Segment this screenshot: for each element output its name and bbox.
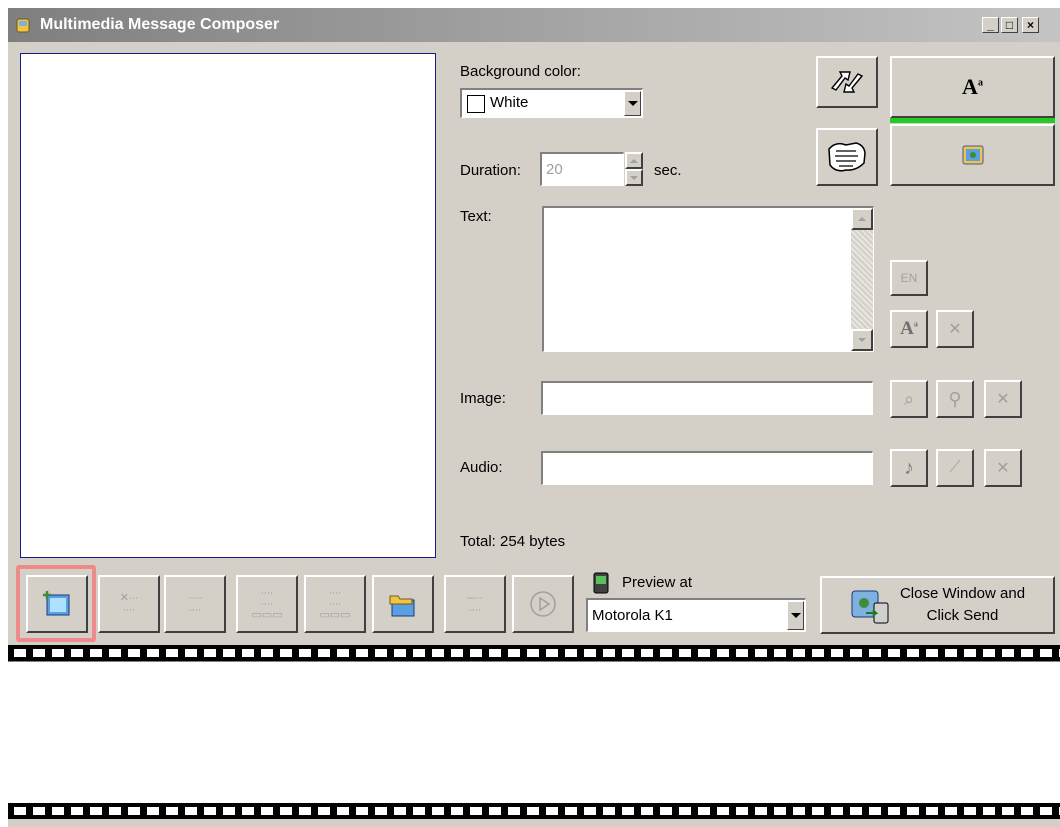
composer-window: Multimedia Message Composer _ □ × Backgr… [8,8,1060,827]
scroll-up-icon[interactable] [851,208,873,230]
duration-unit: sec. [654,162,682,179]
play-button[interactable] [512,575,574,633]
background-color-value: White [490,94,529,111]
music-note-icon: ♪ [904,456,914,479]
audio-label: Audio: [460,459,503,476]
duration-spinner[interactable] [625,152,643,186]
edit-audio-button[interactable]: ⟋ [936,449,974,487]
browse-image-icon: ⌕ [903,388,915,409]
text-style-icon: Aa [962,74,983,99]
send-label-line1: Close Window and [899,585,1026,602]
spinner-down-icon[interactable] [625,169,643,186]
handshake-icon [828,142,866,172]
new-slide-icon [43,591,70,616]
filmstrip-bottom [8,803,1060,819]
text-style-tab[interactable]: Aa [890,56,1055,118]
image-style-tab[interactable] [890,124,1055,186]
new-slide-button[interactable] [26,575,88,633]
phone-preview-icon [593,572,609,594]
move-right-icon: ∙∙∙∙ ∙∙∙∙ ▭▭▭ [319,586,351,621]
font-icon: Aa [900,318,918,339]
spinner-up-icon[interactable] [625,152,643,169]
text-scrollbar[interactable] [851,208,873,351]
window-title: Multimedia Message Composer [40,16,280,33]
delete-slide-icon: ✕∙∙∙ ∙∙∙∙ [119,592,139,616]
image-label: Image: [460,390,506,407]
insert-slide-button[interactable]: –∙∙∙ ∙∙∙∙ [444,575,506,633]
delete-icon: ✕ [948,321,962,338]
duration-input[interactable]: 20 [540,152,624,186]
text-area[interactable] [542,206,874,352]
scroll-down-icon[interactable] [851,329,873,351]
send-label-line2: Click Send [926,607,999,624]
browse-audio-button[interactable]: ♪ [890,449,928,487]
view-image-button[interactable]: ⚲ [936,380,974,418]
chevron-down-icon[interactable] [787,601,804,630]
move-slide-left-button[interactable]: ∙∙∙∙ ∙∙∙∙ ▭▭▭ [236,575,298,633]
send-icon [851,590,889,624]
browse-image-button[interactable]: ⌕ [890,380,928,418]
magnifier-icon: ⚲ [948,388,962,409]
minimize-button[interactable]: _ [982,17,999,33]
audio-input[interactable] [541,451,873,485]
play-icon [530,591,556,617]
preview-label: Preview at [622,574,693,591]
duplicate-slide-icon: ∙∙∙∙∙ ∙∙∙∙ [187,592,203,616]
remove-audio-button[interactable]: ✕ [984,449,1022,487]
duplicate-slide-button[interactable]: ∙∙∙∙∙ ∙∙∙∙ [164,575,226,633]
slide-filmstrip[interactable] [8,661,1060,805]
duration-value: 20 [546,161,563,178]
delete-icon: ✕ [996,460,1010,477]
device-select[interactable]: Motorola K1 [586,598,806,632]
color-swatch [467,95,485,113]
duration-label: Duration: [460,162,521,179]
maximize-button[interactable]: □ [1001,17,1018,33]
clear-text-button[interactable]: ✕ [936,310,974,348]
font-button[interactable]: Aa [890,310,928,348]
open-button[interactable] [372,575,434,633]
background-color-select[interactable]: White [460,88,643,118]
title-bar[interactable]: Multimedia Message Composer _ □ × [8,8,1060,42]
move-left-icon: ∙∙∙∙ ∙∙∙∙ ▭▭▭ [251,586,283,621]
remove-image-button[interactable]: ✕ [984,380,1022,418]
move-slide-right-button[interactable]: ∙∙∙∙ ∙∙∙∙ ▭▭▭ [304,575,366,633]
open-folder-icon [389,595,415,617]
active-tab-indicator [890,118,1055,123]
effects-button[interactable] [816,128,878,186]
close-and-send-button[interactable]: Close Window and Click Send [820,576,1055,634]
text-label: Text: [460,208,492,225]
filmstrip-top [8,645,1060,661]
image-input[interactable] [541,381,873,415]
background-color-label: Background color: [460,63,581,80]
slide-preview-panel [20,53,436,558]
delete-slide-button[interactable]: ✕∙∙∙ ∙∙∙∙ [98,575,160,633]
app-icon [16,18,30,33]
chevron-down-icon[interactable] [624,91,641,116]
picture-icon [962,145,983,165]
transition-button[interactable] [816,56,878,108]
close-button[interactable]: × [1022,17,1039,33]
language-button[interactable]: EN [890,260,928,296]
wand-icon: ⟋ [949,459,961,476]
delete-icon: ✕ [996,391,1010,408]
device-value: Motorola K1 [592,607,673,624]
insert-slide-icon: –∙∙∙ ∙∙∙∙ [467,592,483,616]
transition-arrows-icon [830,71,864,93]
total-size: Total: 254 bytes [460,533,566,550]
